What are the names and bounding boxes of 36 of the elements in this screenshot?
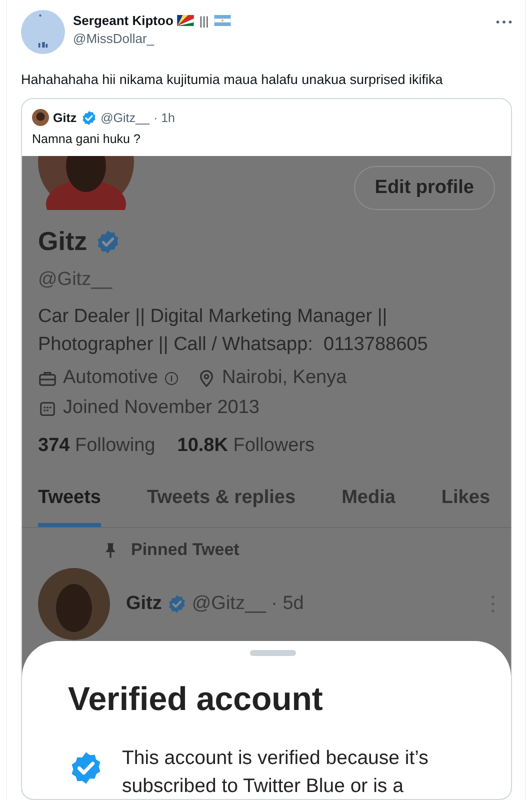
author-handle[interactable]: @MissDollar_ — [73, 31, 231, 46]
pinned-tweet-time: · 5d — [271, 593, 304, 615]
profile-tab[interactable]: Tweets — [38, 487, 102, 527]
avatar — [32, 109, 49, 126]
avatar[interactable] — [21, 10, 65, 54]
pinned-author-handle: @Gitz__ — [192, 593, 266, 615]
author-name[interactable]: Sergeant Kiptoo — [73, 13, 174, 28]
quoted-tweet-text: Namna gani huku ? — [32, 132, 142, 146]
flag-icon — [214, 15, 231, 26]
sheet-text: This account is verified because it’s subscribed to Twitter Blue or is a — [122, 746, 430, 799]
sheet-title: Verified account — [68, 680, 324, 718]
profile-handle: @Gitz__ — [38, 269, 114, 291]
profile-tab[interactable]: Tweets & replies — [147, 487, 296, 527]
more-icon[interactable] — [496, 20, 512, 24]
quoted-author-handle[interactable]: @Gitz__ — [100, 110, 150, 124]
profile-joined: Joined November 2013 — [63, 397, 260, 419]
tweet-text: Hahahahaha hii nikama kujitumia maua halafu unakua surprised ikifika — [21, 72, 444, 87]
pinned-label: Pinned Tweet — [131, 540, 240, 560]
profile-tab[interactable]: Likes — [441, 487, 490, 527]
quoted-tweet-time: · 1h — [153, 110, 175, 124]
profile-bio: Car Dealer || Digital Marketing Manager || Photographer || Call / Whatsapp: 0113788605 — [38, 305, 429, 357]
pin-icon — [104, 542, 117, 558]
profile-tab[interactable]: Media — [342, 487, 396, 527]
profile-category: Automotive — [63, 367, 158, 389]
stat-count[interactable]: 374 Following — [38, 435, 156, 457]
profile-name: Gitz — [38, 226, 88, 257]
avatar — [38, 568, 110, 640]
flag-icon — [177, 15, 194, 26]
name-suffix: ||| — [199, 14, 209, 28]
edit-profile-button[interactable]: Edit profile — [354, 166, 495, 210]
stat-count[interactable]: 10.8K Followers — [177, 435, 315, 457]
drag-handle[interactable] — [250, 650, 296, 656]
info-icon[interactable] — [164, 370, 180, 386]
quoted-author-name[interactable]: Gitz — [53, 110, 77, 124]
pinned-author-name: Gitz — [126, 593, 162, 615]
profile-location: Nairobi, Kenya — [222, 367, 347, 389]
